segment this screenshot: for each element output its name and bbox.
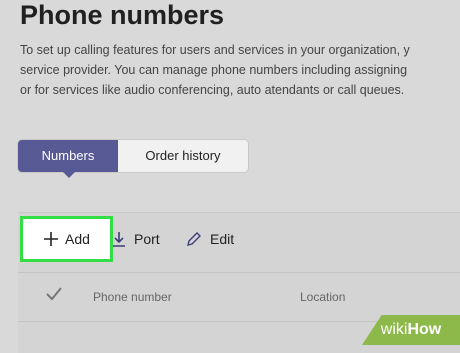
watermark-prefix: wiki [380, 321, 408, 338]
column-header-location[interactable]: Location [300, 290, 345, 304]
column-header-phone-number[interactable]: Phone number [93, 290, 172, 304]
pencil-icon [186, 231, 202, 247]
port-button[interactable]: Port [112, 224, 160, 254]
page-description: To set up calling features for users and… [20, 40, 460, 100]
edit-button[interactable]: Edit [186, 224, 234, 254]
table-header-row: Phone number Location [18, 272, 460, 322]
watermark-suffix: How [407, 321, 442, 338]
edit-button-label: Edit [210, 231, 235, 247]
port-button-label: Port [134, 231, 160, 247]
add-button[interactable]: Add [20, 216, 113, 262]
plus-icon [43, 231, 59, 247]
tab-order-history[interactable]: Order history [118, 140, 248, 172]
download-arrow-icon [112, 231, 126, 247]
description-line: or for services like audio conferencing,… [20, 83, 405, 97]
add-button-label: Add [65, 231, 90, 247]
page-title: Phone numbers [20, 0, 225, 30]
tab-numbers[interactable]: Numbers [18, 140, 118, 178]
tab-bar: Numbers Order history [18, 140, 248, 178]
description-line: To set up calling features for users and… [20, 43, 410, 57]
select-all-checkmark-icon[interactable] [46, 287, 62, 306]
description-line: service provider. You can manage phone n… [20, 63, 408, 77]
